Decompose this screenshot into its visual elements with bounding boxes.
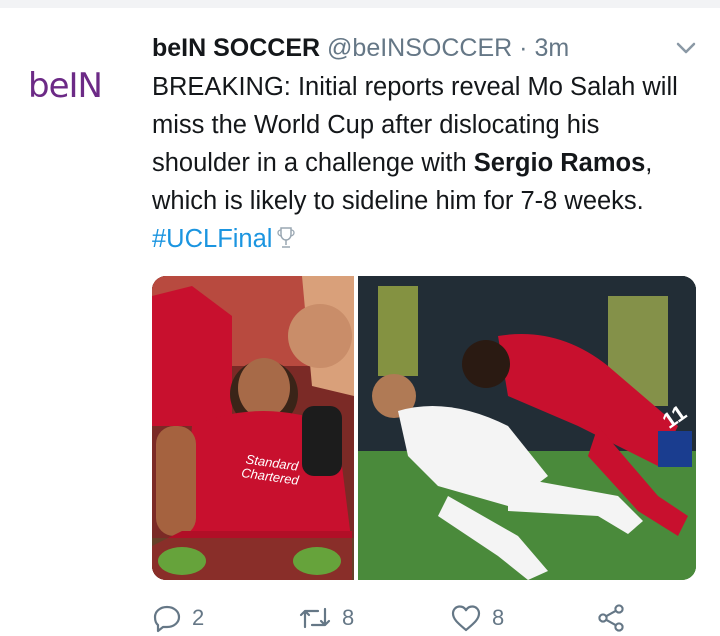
photo-challenge[interactable]: 11	[358, 276, 696, 580]
share-button[interactable]	[596, 600, 626, 636]
chevron-down-icon[interactable]	[672, 36, 700, 60]
avatar-logo-text: beIN	[28, 66, 103, 106]
retweet-count: 8	[342, 605, 355, 630]
like-button[interactable]: 8	[450, 600, 504, 636]
photo-salah-injured[interactable]: Standard Chartered	[152, 276, 354, 580]
tweet-actions: 2 8 8	[152, 600, 712, 636]
retweet-button[interactable]: 8	[298, 600, 354, 636]
author-name[interactable]: beIN SOCCER	[152, 34, 320, 62]
tweet-body: BREAKING: Initial reports reveal Mo Sala…	[152, 68, 697, 258]
tweet-media[interactable]: Standard Chartered 11	[152, 276, 696, 580]
timestamp[interactable]: 3m	[534, 34, 569, 62]
reply-icon	[152, 603, 182, 633]
like-icon	[450, 603, 482, 633]
tweet-header: beIN SOCCER @beINSOCCER · 3m	[152, 30, 569, 66]
reply-button[interactable]: 2	[152, 600, 204, 636]
hashtag-link[interactable]: #UCLFinal	[152, 225, 272, 253]
mentioned-name: Sergio Ramos	[473, 149, 646, 177]
share-icon	[596, 603, 626, 633]
reply-count: 2	[192, 605, 205, 630]
trophy-icon	[276, 223, 296, 248]
retweet-icon	[298, 603, 332, 633]
avatar[interactable]: beIN	[28, 66, 124, 106]
top-divider	[0, 0, 720, 8]
separator-dot: ·	[519, 34, 528, 62]
like-count: 8	[492, 605, 505, 630]
author-handle[interactable]: @beINSOCCER	[327, 34, 512, 62]
